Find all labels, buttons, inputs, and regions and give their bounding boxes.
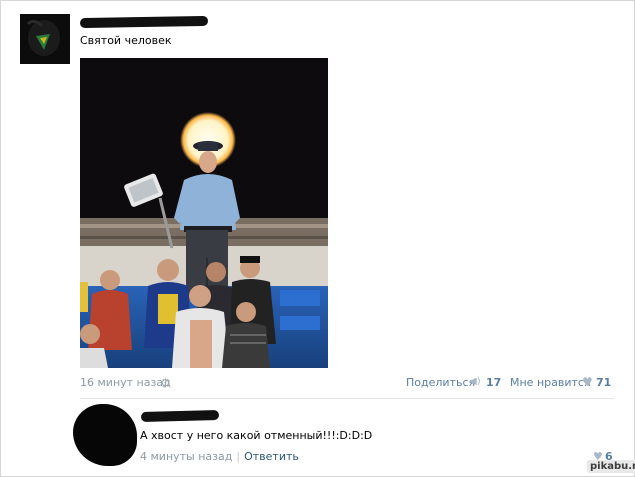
post-meta-row: 16 минут назад ⚙ Поделиться ◀) 17 Мне нр… [80, 375, 614, 392]
post-photo[interactable] [80, 58, 328, 368]
comment-meta: 4 минуты назад | Ответить [140, 450, 299, 463]
author-name-redacted [79, 15, 209, 29]
comment-divider [80, 398, 614, 399]
heart-icon[interactable]: ♥ [582, 375, 593, 389]
commenter-name-redacted [140, 409, 220, 423]
reply-button[interactable]: Ответить [244, 450, 299, 463]
commenter-avatar-redacted[interactable] [73, 404, 137, 466]
post-time[interactable]: 16 минут назад [80, 376, 171, 389]
post-text: Святой человек [80, 34, 172, 47]
gear-icon[interactable]: ⚙ [160, 376, 171, 390]
comment-text: А хвост у него какой отменный!!!:D:D:D [140, 429, 373, 442]
photo-image [80, 58, 328, 368]
comment-separator: | [236, 450, 241, 463]
author-avatar[interactable] [20, 14, 70, 64]
avatar-image [20, 14, 70, 64]
megaphone-icon[interactable]: ◀) [469, 376, 481, 387]
post-card: Святой человек 16 минут назад ⚙ Поделить… [0, 0, 635, 477]
comment-time[interactable]: 4 минуты назад [140, 450, 232, 463]
like-button[interactable]: Мне нравится [510, 376, 591, 389]
share-count: 17 [486, 376, 502, 389]
watermark: pikabu.ru [587, 460, 635, 473]
like-count: 71 [596, 376, 612, 389]
share-button[interactable]: Поделиться [406, 376, 475, 389]
